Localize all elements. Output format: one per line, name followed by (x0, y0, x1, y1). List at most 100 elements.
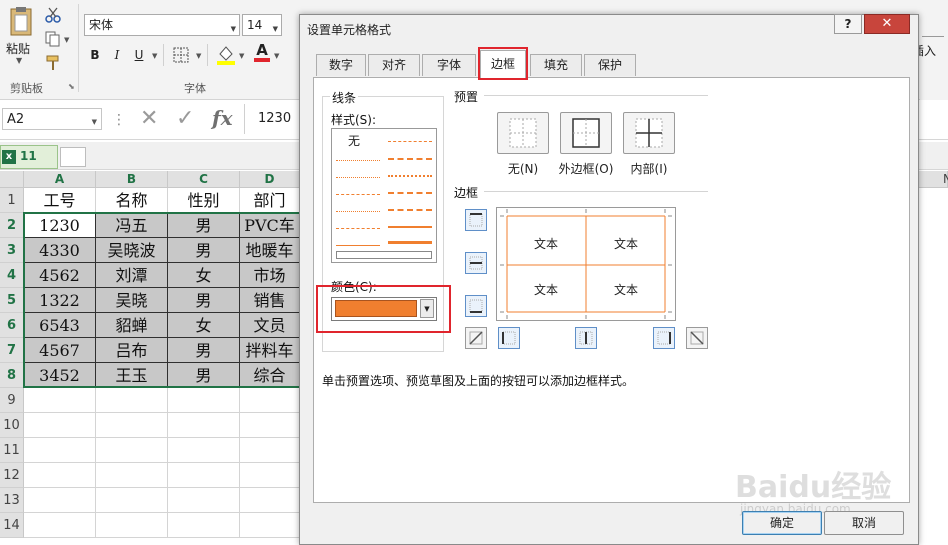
line-style-option[interactable] (336, 245, 380, 246)
cell[interactable] (24, 413, 96, 438)
row-header[interactable]: 12 (0, 463, 24, 488)
border-diagonal-up-button[interactable] (465, 327, 487, 349)
cell[interactable]: 综合 (240, 363, 300, 388)
row-header[interactable]: 6 (0, 313, 24, 338)
bold-button[interactable]: B (86, 46, 104, 64)
preset-outline-button[interactable] (560, 112, 612, 154)
line-style-none[interactable]: 无 (348, 132, 360, 149)
cell[interactable]: 1230 (24, 213, 96, 238)
color-dropdown-icon[interactable]: ▼ (420, 299, 434, 318)
cell[interactable] (24, 438, 96, 463)
cell[interactable] (168, 488, 240, 513)
row-header[interactable]: 10 (0, 413, 24, 438)
column-header[interactable]: D (240, 171, 300, 188)
line-style-option[interactable] (336, 177, 380, 178)
cell[interactable]: 吴晓波 (96, 238, 168, 263)
row-header[interactable]: 13 (0, 488, 24, 513)
cell[interactable] (168, 513, 240, 538)
line-style-option[interactable] (388, 209, 432, 211)
border-bottom-button[interactable] (465, 295, 487, 317)
cell[interactable]: 王玉 (96, 363, 168, 388)
clipboard-launcher-icon[interactable]: ⬊ (68, 82, 75, 91)
cell[interactable]: 4562 (24, 263, 96, 288)
preset-none-button[interactable] (497, 112, 549, 154)
row-header[interactable]: 14 (0, 513, 24, 538)
cell[interactable]: 男 (168, 238, 240, 263)
cell[interactable]: 文员 (240, 313, 300, 338)
select-all-corner[interactable] (0, 171, 24, 188)
cell[interactable] (96, 513, 168, 538)
cell[interactable] (240, 488, 300, 513)
cell[interactable] (240, 388, 300, 413)
row-header[interactable]: 4 (0, 263, 24, 288)
line-style-option[interactable] (388, 192, 432, 194)
name-box-dropdown-icon[interactable]: ▼ (92, 115, 97, 130)
tab-border[interactable]: 边框 (480, 50, 526, 78)
paste-button-label[interactable]: 粘贴 (6, 40, 30, 57)
row-header[interactable]: 7 (0, 338, 24, 363)
workbook-tab-label[interactable]: 11 (20, 149, 37, 163)
line-style-option-selected[interactable] (336, 251, 432, 259)
cell[interactable] (24, 463, 96, 488)
font-color-dropdown-icon[interactable]: ▼ (274, 52, 279, 60)
preset-inside-button[interactable] (623, 112, 675, 154)
row-header[interactable]: 1 (0, 188, 24, 213)
ok-button[interactable]: 确定 (742, 511, 822, 535)
copy-icon[interactable] (44, 30, 62, 48)
color-swatch[interactable] (335, 300, 417, 317)
cell[interactable]: 女 (168, 263, 240, 288)
tab-fill[interactable]: 填充 (530, 54, 582, 76)
cell[interactable]: 吴晓 (96, 288, 168, 313)
cell[interactable] (96, 438, 168, 463)
cell[interactable] (96, 388, 168, 413)
column-header[interactable]: A (24, 171, 96, 188)
cell[interactable]: 地暖车 (240, 238, 300, 263)
row-header[interactable]: 2 (0, 213, 24, 238)
row-header[interactable]: 9 (0, 388, 24, 413)
cell[interactable]: PVC车 (240, 213, 300, 238)
line-style-option[interactable] (388, 158, 432, 160)
cell[interactable] (168, 388, 240, 413)
cell[interactable]: 6543 (24, 313, 96, 338)
cell[interactable] (240, 463, 300, 488)
cell[interactable]: 3452 (24, 363, 96, 388)
border-middle-h-button[interactable] (465, 252, 487, 274)
font-size-dropdown-icon[interactable]: ▼ (273, 21, 278, 37)
column-header[interactable]: C (168, 171, 240, 188)
font-color-button[interactable]: A (254, 42, 270, 62)
help-button[interactable]: ? (834, 14, 862, 34)
cell[interactable] (24, 513, 96, 538)
insert-function-icon[interactable]: fx (212, 106, 233, 130)
column-header[interactable]: B (96, 171, 168, 188)
line-style-option[interactable] (388, 226, 432, 228)
line-style-option[interactable] (388, 241, 432, 244)
underline-dropdown-icon[interactable]: ▼ (152, 52, 157, 60)
cell[interactable]: 刘潭 (96, 263, 168, 288)
line-style-option[interactable] (336, 194, 380, 195)
row-header[interactable]: 3 (0, 238, 24, 263)
paste-icon[interactable] (8, 6, 34, 40)
cell[interactable] (24, 488, 96, 513)
font-size-box[interactable]: 14 ▼ (242, 14, 282, 36)
cell[interactable] (240, 513, 300, 538)
border-top-button[interactable] (465, 209, 487, 231)
border-diagonal-down-button[interactable] (686, 327, 708, 349)
cell[interactable]: 拌料车 (240, 338, 300, 363)
border-preview[interactable]: 文本 文本 文本 文本 (496, 207, 676, 321)
cell[interactable]: 貂蝉 (96, 313, 168, 338)
copy-dropdown-icon[interactable]: ▼ (64, 36, 69, 44)
name-box[interactable]: A2 ▼ (2, 108, 102, 130)
cell[interactable]: 4567 (24, 338, 96, 363)
cell[interactable] (96, 413, 168, 438)
cell[interactable] (168, 463, 240, 488)
fill-color-dropdown-icon[interactable]: ▼ (239, 52, 244, 60)
cell[interactable]: 女 (168, 313, 240, 338)
cell[interactable]: 男 (168, 338, 240, 363)
row-header[interactable]: 11 (0, 438, 24, 463)
cell[interactable] (240, 413, 300, 438)
cancel-button[interactable]: 取消 (824, 511, 904, 535)
cell[interactable]: 吕布 (96, 338, 168, 363)
fill-color-icon[interactable] (216, 44, 236, 66)
font-name-box[interactable]: 宋体 ▼ (84, 14, 240, 36)
border-right-button[interactable] (653, 327, 675, 349)
